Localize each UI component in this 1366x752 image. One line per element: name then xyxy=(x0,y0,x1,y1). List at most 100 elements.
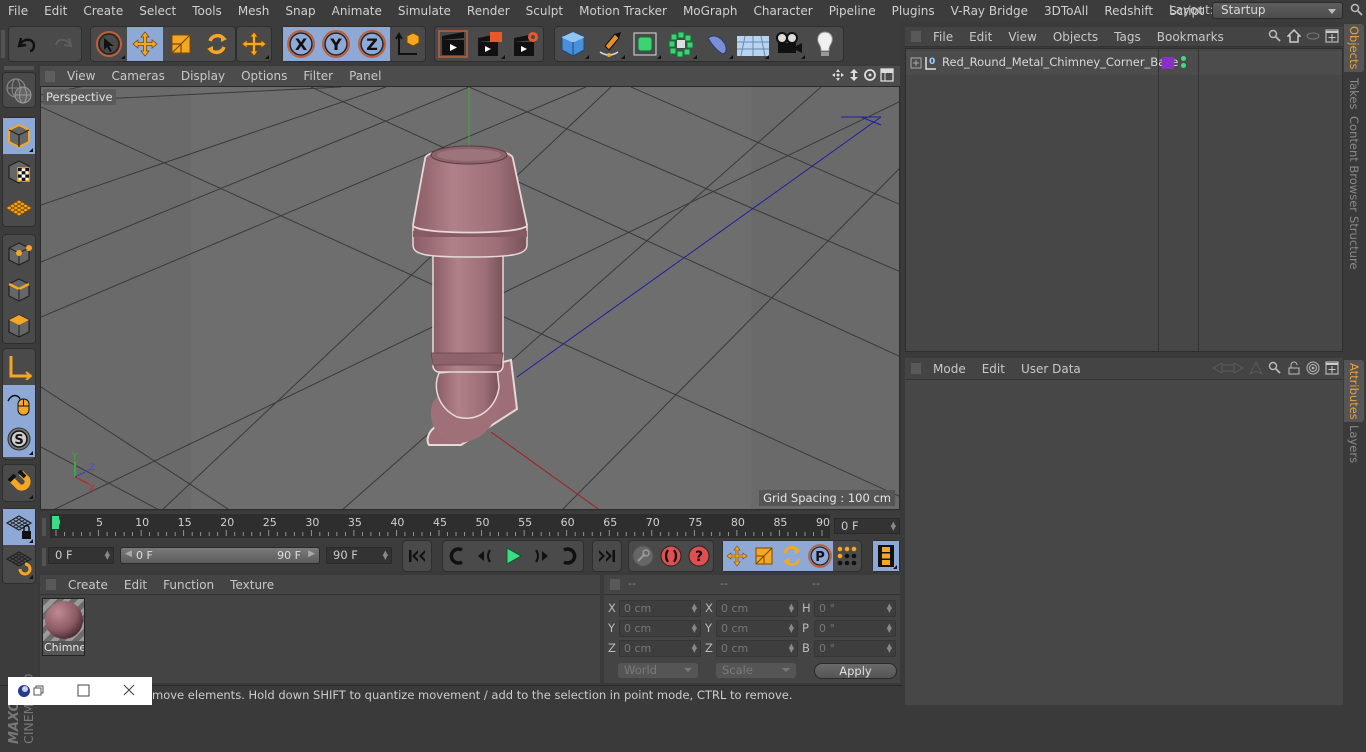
render-visibility-dot[interactable] xyxy=(1181,63,1186,68)
tab-layers[interactable]: Layers xyxy=(1344,424,1364,464)
rotate-button[interactable] xyxy=(199,27,235,61)
spinner-icon[interactable]: ▲ ▼ xyxy=(789,643,794,654)
previous-key-button[interactable] xyxy=(443,541,471,571)
toggle-icon[interactable] xyxy=(1306,29,1320,43)
layout-dropdown[interactable]: Startup xyxy=(1212,2,1343,19)
keyframe-selection-button[interactable]: ? xyxy=(685,541,713,571)
key-scale-button[interactable] xyxy=(750,541,779,571)
menu-3dtoall[interactable]: 3DToAll xyxy=(1036,4,1096,18)
viewport-menu-panel[interactable]: Panel xyxy=(341,69,389,83)
target-icon[interactable] xyxy=(1306,361,1320,375)
panel-grip[interactable] xyxy=(42,518,46,536)
lock-workplane-button[interactable] xyxy=(3,509,35,545)
maximize-icon[interactable] xyxy=(77,684,90,697)
render-view-button[interactable] xyxy=(435,27,471,61)
add-floor-button[interactable] xyxy=(735,27,771,61)
object-row[interactable]: 0 Red_Round_Metal_Chimney_Corner_Base xyxy=(906,51,1342,75)
menu-redshift[interactable]: Redshift xyxy=(1096,4,1161,18)
menu-animate[interactable]: Animate xyxy=(324,4,390,18)
menu-edit[interactable]: Edit xyxy=(36,4,75,18)
playhead[interactable] xyxy=(52,516,59,529)
menu-sculpt[interactable]: Sculpt xyxy=(518,4,571,18)
next-key-button[interactable] xyxy=(555,541,583,571)
go-to-end-button[interactable] xyxy=(593,541,621,571)
texture-mode-button[interactable] xyxy=(3,154,35,190)
menu-snap[interactable]: Snap xyxy=(277,4,323,18)
tab-objects[interactable]: Objects xyxy=(1344,24,1364,72)
range-right-arrow-icon[interactable]: ▶ xyxy=(308,549,315,559)
undo-button[interactable] xyxy=(9,27,45,61)
size-z-field[interactable]: 0 cm ▲ ▼ xyxy=(716,640,798,657)
editor-visibility-dot[interactable] xyxy=(1181,56,1186,61)
start-frame-field[interactable]: 0 F ▲ ▼ xyxy=(48,547,114,564)
spinner-icon[interactable]: ▲ ▼ xyxy=(789,603,794,614)
viewport-menu-view[interactable]: View xyxy=(59,69,103,83)
render-to-picture-viewer-button[interactable] xyxy=(471,27,507,61)
material-menu-texture[interactable]: Texture xyxy=(222,578,282,592)
y-axis-lock-button[interactable]: Y xyxy=(318,27,354,61)
spinner-icon[interactable]: ▲ ▼ xyxy=(692,603,697,614)
apply-button[interactable]: Apply xyxy=(814,663,897,679)
transform-mode-dropdown[interactable]: Scale xyxy=(716,663,796,678)
up-arrow-icon[interactable] xyxy=(1249,361,1263,375)
object-menu-tags[interactable]: Tags xyxy=(1106,30,1149,44)
position-x-field[interactable]: 0 cm ▲ ▼ xyxy=(619,600,701,617)
spinner-icon[interactable]: ▲ ▼ xyxy=(692,643,697,654)
position-y-field[interactable]: 0 cm ▲ ▼ xyxy=(619,620,701,637)
toolbar-grip[interactable] xyxy=(1,30,5,58)
rotate-view-icon[interactable] xyxy=(863,68,877,82)
object-menu-objects[interactable]: Objects xyxy=(1045,30,1106,44)
rotation-b-field[interactable]: 0 ° ▲ ▼ xyxy=(814,640,896,657)
next-frame-button[interactable] xyxy=(527,541,555,571)
snap-button[interactable] xyxy=(3,465,35,501)
material-menu-function[interactable]: Function xyxy=(155,578,222,592)
z-axis-lock-button[interactable]: Z xyxy=(354,27,390,61)
spinner-icon[interactable]: ▲ ▼ xyxy=(887,603,892,614)
unlock-icon[interactable] xyxy=(1287,361,1301,375)
edges-mode-button[interactable] xyxy=(3,271,35,307)
maximize-view-icon[interactable] xyxy=(880,68,894,82)
panel-grip[interactable] xyxy=(610,579,620,590)
previous-frame-button[interactable] xyxy=(471,541,499,571)
rotation-h-field[interactable]: 0 ° ▲ ▼ xyxy=(814,600,896,617)
key-position-button[interactable] xyxy=(723,541,751,571)
move-button[interactable] xyxy=(127,27,163,61)
material-menu-edit[interactable]: Edit xyxy=(116,578,155,592)
search-icon[interactable] xyxy=(1350,3,1364,17)
menu-select[interactable]: Select xyxy=(131,4,184,18)
model-mode-button[interactable] xyxy=(3,118,35,154)
points-mode-button[interactable] xyxy=(3,235,35,271)
toolbar-grip[interactable] xyxy=(4,66,34,70)
live-selection-button[interactable] xyxy=(91,27,127,61)
close-icon[interactable] xyxy=(123,684,135,696)
solo-button[interactable]: S xyxy=(3,421,35,457)
add-light-button[interactable] xyxy=(807,27,843,61)
make-editable-button[interactable] xyxy=(3,73,35,109)
menu-pipeline[interactable]: Pipeline xyxy=(821,4,884,18)
spinner-icon[interactable]: ▲ ▼ xyxy=(887,623,892,634)
attribute-menu-edit[interactable]: Edit xyxy=(974,362,1013,376)
attribute-menu-user-data[interactable]: User Data xyxy=(1013,362,1089,376)
timeline-ruler[interactable]: 051015202530354045505560657075808590 xyxy=(50,514,830,538)
last-tool-button[interactable] xyxy=(237,27,271,61)
menu-render[interactable]: Render xyxy=(459,4,518,18)
menu-character[interactable]: Character xyxy=(745,4,820,18)
panel-grip[interactable] xyxy=(911,31,921,42)
object-menu-view[interactable]: View xyxy=(1000,30,1044,44)
key-rotation-button[interactable] xyxy=(778,541,806,571)
planar-workplane-button[interactable] xyxy=(3,545,35,581)
go-to-start-button[interactable] xyxy=(403,541,431,571)
menu-vray-bridge[interactable]: V-Ray Bridge xyxy=(943,4,1036,18)
panel-grip[interactable] xyxy=(46,579,56,590)
redo-button[interactable] xyxy=(45,27,81,61)
tweak-mode-button[interactable] xyxy=(3,385,35,421)
viewport-menu-options[interactable]: Options xyxy=(233,69,295,83)
play-button[interactable] xyxy=(499,541,527,571)
tab-takes[interactable]: Takes xyxy=(1344,74,1364,114)
render-settings-button[interactable] xyxy=(507,27,543,61)
viewport-menu-cameras[interactable]: Cameras xyxy=(103,69,172,83)
spinner-icon[interactable]: ▲ ▼ xyxy=(887,643,892,654)
spinner-icon[interactable]: ▲ ▼ xyxy=(105,550,110,561)
axis-mode-button[interactable] xyxy=(3,349,35,385)
spinner-icon[interactable]: ▲ ▼ xyxy=(692,623,697,634)
